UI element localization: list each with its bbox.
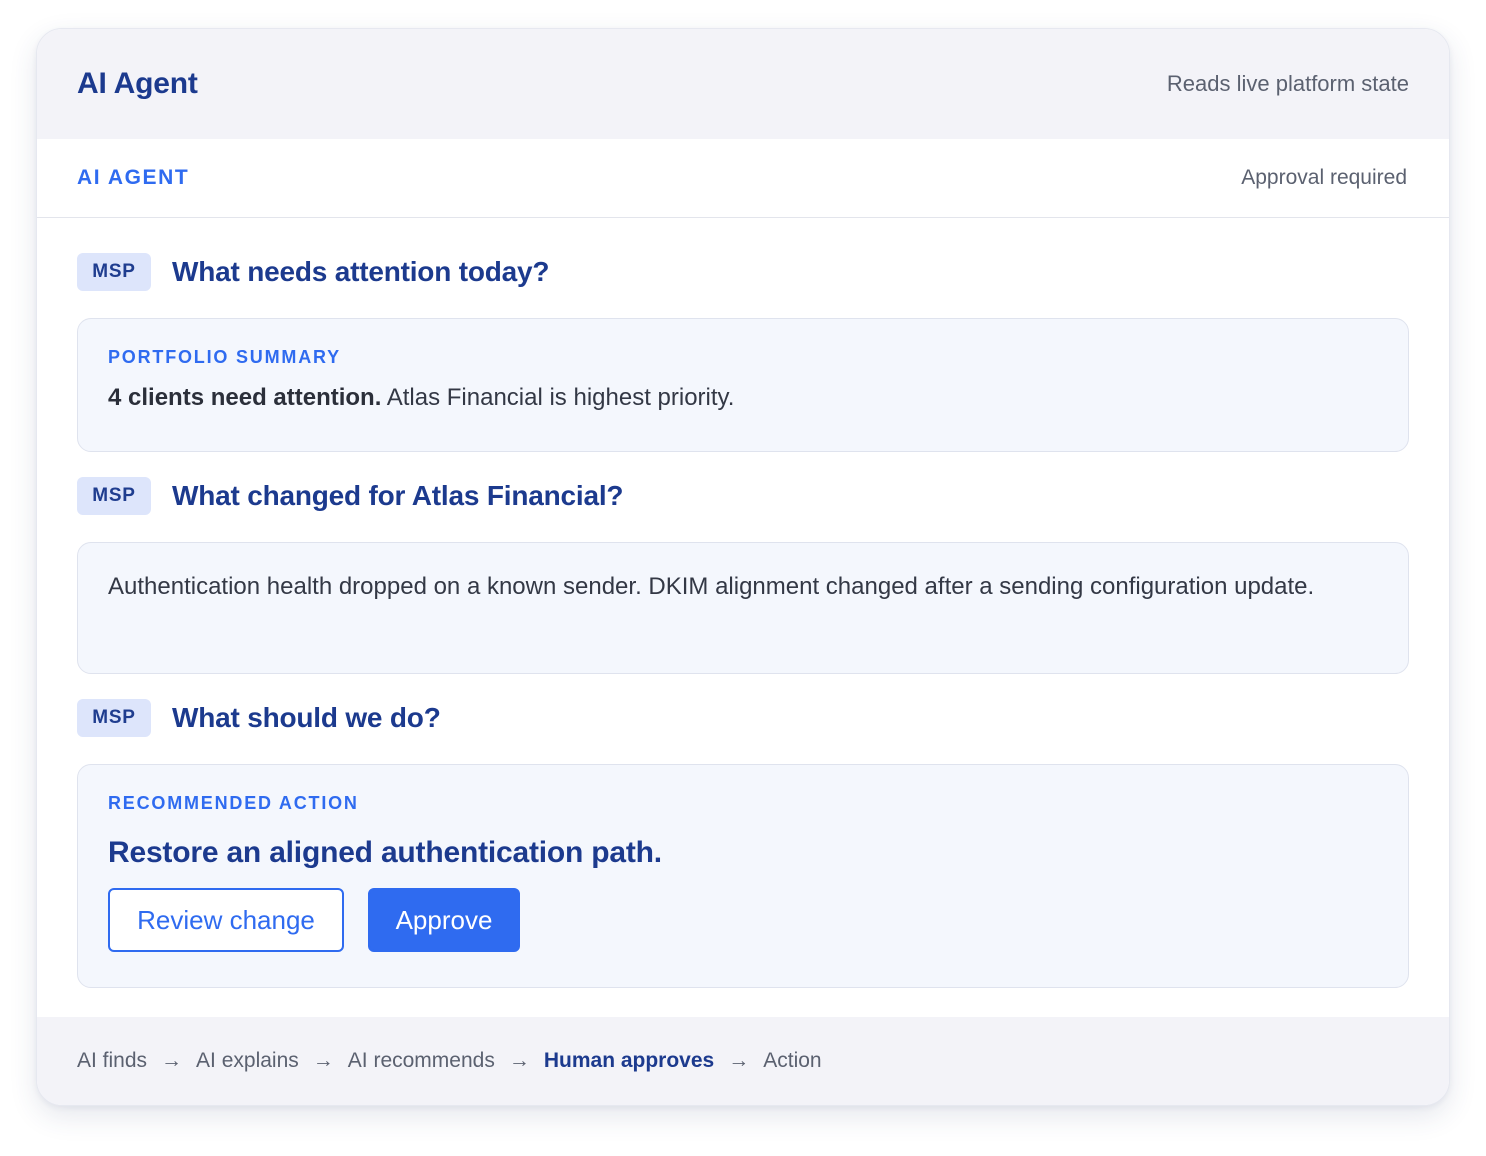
- approval-status: Approval required: [1241, 166, 1407, 189]
- question-row: MSP What changed for Atlas Financial?: [77, 476, 1409, 516]
- recommendation-title: Restore an aligned authentication path.: [108, 836, 662, 869]
- workflow-steps: AI finds → AI explains → AI recommends →…: [37, 1017, 1449, 1105]
- approve-button[interactable]: Approve: [368, 888, 520, 952]
- flow-step: Action: [763, 1049, 822, 1072]
- question-text: What changed for Atlas Financial?: [172, 480, 624, 511]
- action-buttons: Review change Approve: [108, 888, 1378, 952]
- arrow-right-icon: →: [161, 1049, 183, 1072]
- review-change-button[interactable]: Review change: [108, 888, 344, 952]
- flow-step: AI finds: [77, 1049, 148, 1072]
- question-row: MSP What needs attention today?: [77, 252, 1409, 292]
- subheader-bar: AI AGENT Approval required: [37, 139, 1449, 218]
- answer-eyebrow: PORTFOLIO SUMMARY: [108, 347, 341, 367]
- flow-step: AI recommends: [347, 1049, 495, 1072]
- section-label: AI AGENT: [77, 166, 190, 189]
- flow-step-active: Human approves: [543, 1049, 715, 1072]
- conversation: MSP What needs attention today? PORTFOLI…: [37, 218, 1449, 988]
- answer-recommended-action: RECOMMENDED ACTION Restore an aligned au…: [77, 764, 1409, 988]
- question-text: What needs attention today?: [172, 256, 550, 287]
- ai-agent-card: AI Agent Reads live platform state AI AG…: [36, 28, 1450, 1106]
- answer-text: Authentication health dropped on a known…: [108, 573, 1315, 600]
- header-bar: AI Agent Reads live platform state: [37, 29, 1449, 139]
- question-row: MSP What should we do?: [77, 698, 1409, 738]
- answer-text: 4 clients need attention. Atlas Financia…: [108, 378, 1378, 418]
- answer-portfolio-summary: PORTFOLIO SUMMARY 4 clients need attenti…: [77, 318, 1409, 452]
- arrow-right-icon: →: [508, 1049, 530, 1072]
- role-badge: MSP: [77, 699, 151, 737]
- answer-rest: Atlas Financial is highest priority.: [381, 384, 735, 411]
- role-badge: MSP: [77, 253, 151, 291]
- arrow-right-icon: →: [728, 1049, 750, 1072]
- answer-highlight: 4 clients need attention.: [108, 384, 382, 411]
- flow-step: AI explains: [196, 1049, 299, 1072]
- arrow-right-icon: →: [312, 1049, 334, 1072]
- header-note: Reads live platform state: [1166, 71, 1409, 96]
- answer-eyebrow: RECOMMENDED ACTION: [108, 793, 359, 813]
- answer-change-details: Authentication health dropped on a known…: [77, 542, 1409, 674]
- app-title: AI Agent: [77, 67, 198, 100]
- role-badge: MSP: [77, 477, 151, 515]
- question-text: What should we do?: [172, 702, 441, 733]
